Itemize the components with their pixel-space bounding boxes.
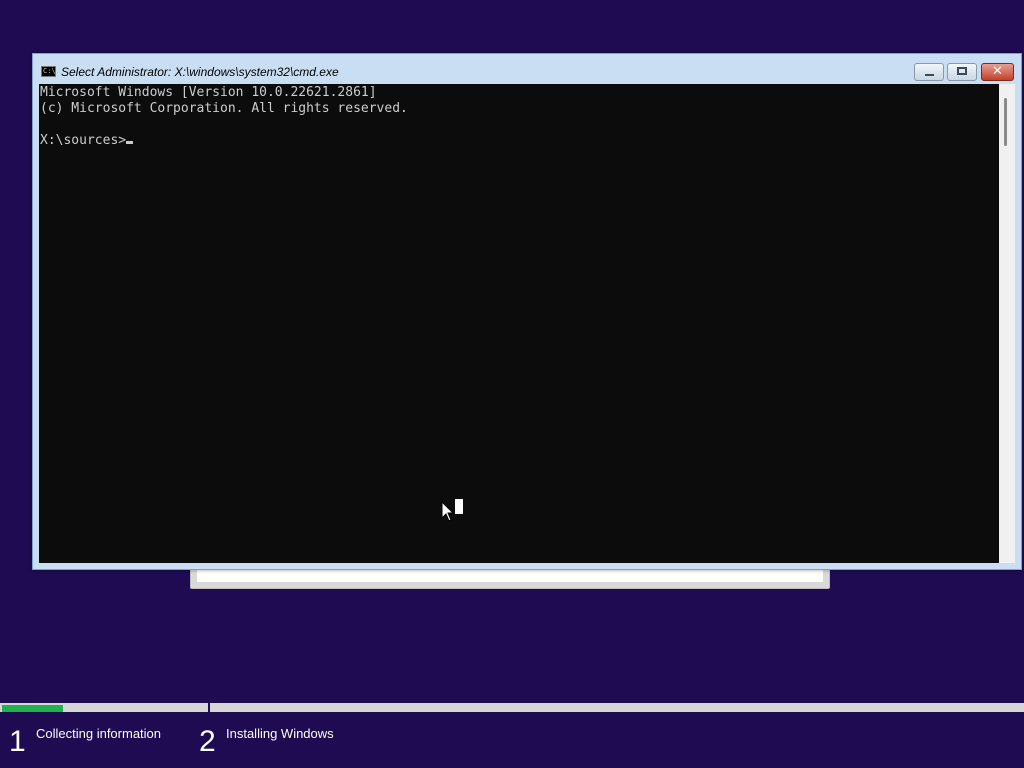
console-output[interactable]: Microsoft Windows [Version 10.0.22621.28… [39, 84, 999, 563]
title-bar[interactable]: C:\. Select Administrator: X:\windows\sy… [33, 54, 1021, 84]
setup-progress-bar [0, 703, 1024, 714]
window-title: Select Administrator: X:\windows\system3… [61, 65, 339, 79]
text-caret [126, 141, 134, 144]
cmd-icon: C:\. [41, 66, 60, 77]
background-window-content [197, 568, 823, 582]
console-line: Microsoft Windows [Version 10.0.22621.28… [40, 85, 377, 100]
step-label: Installing Windows [226, 726, 334, 741]
minimize-icon [925, 74, 934, 76]
cmd-icon-text: C:\. [43, 67, 60, 75]
scrollbar-thumb[interactable] [1004, 98, 1007, 146]
progress-step-divider [208, 703, 210, 714]
vertical-scrollbar[interactable] [999, 84, 1015, 563]
maximize-button[interactable] [947, 63, 977, 81]
mouse-pointer-icon [441, 501, 455, 522]
minimize-button[interactable] [914, 63, 944, 81]
cmd-window[interactable]: C:\. Select Administrator: X:\windows\sy… [32, 53, 1022, 570]
step-number: 2 [199, 725, 216, 758]
progress-fill [2, 705, 63, 712]
step-label: Collecting information [36, 726, 162, 741]
console-prompt: X:\sources> [40, 133, 127, 148]
restore-icon [957, 67, 967, 75]
step-number: 1 [9, 725, 26, 758]
close-button[interactable]: ✕ [981, 63, 1014, 81]
console-line: (c) Microsoft Corporation. All rights re… [40, 101, 408, 116]
text-cursor-icon [455, 499, 463, 514]
close-icon: ✕ [992, 64, 1003, 79]
